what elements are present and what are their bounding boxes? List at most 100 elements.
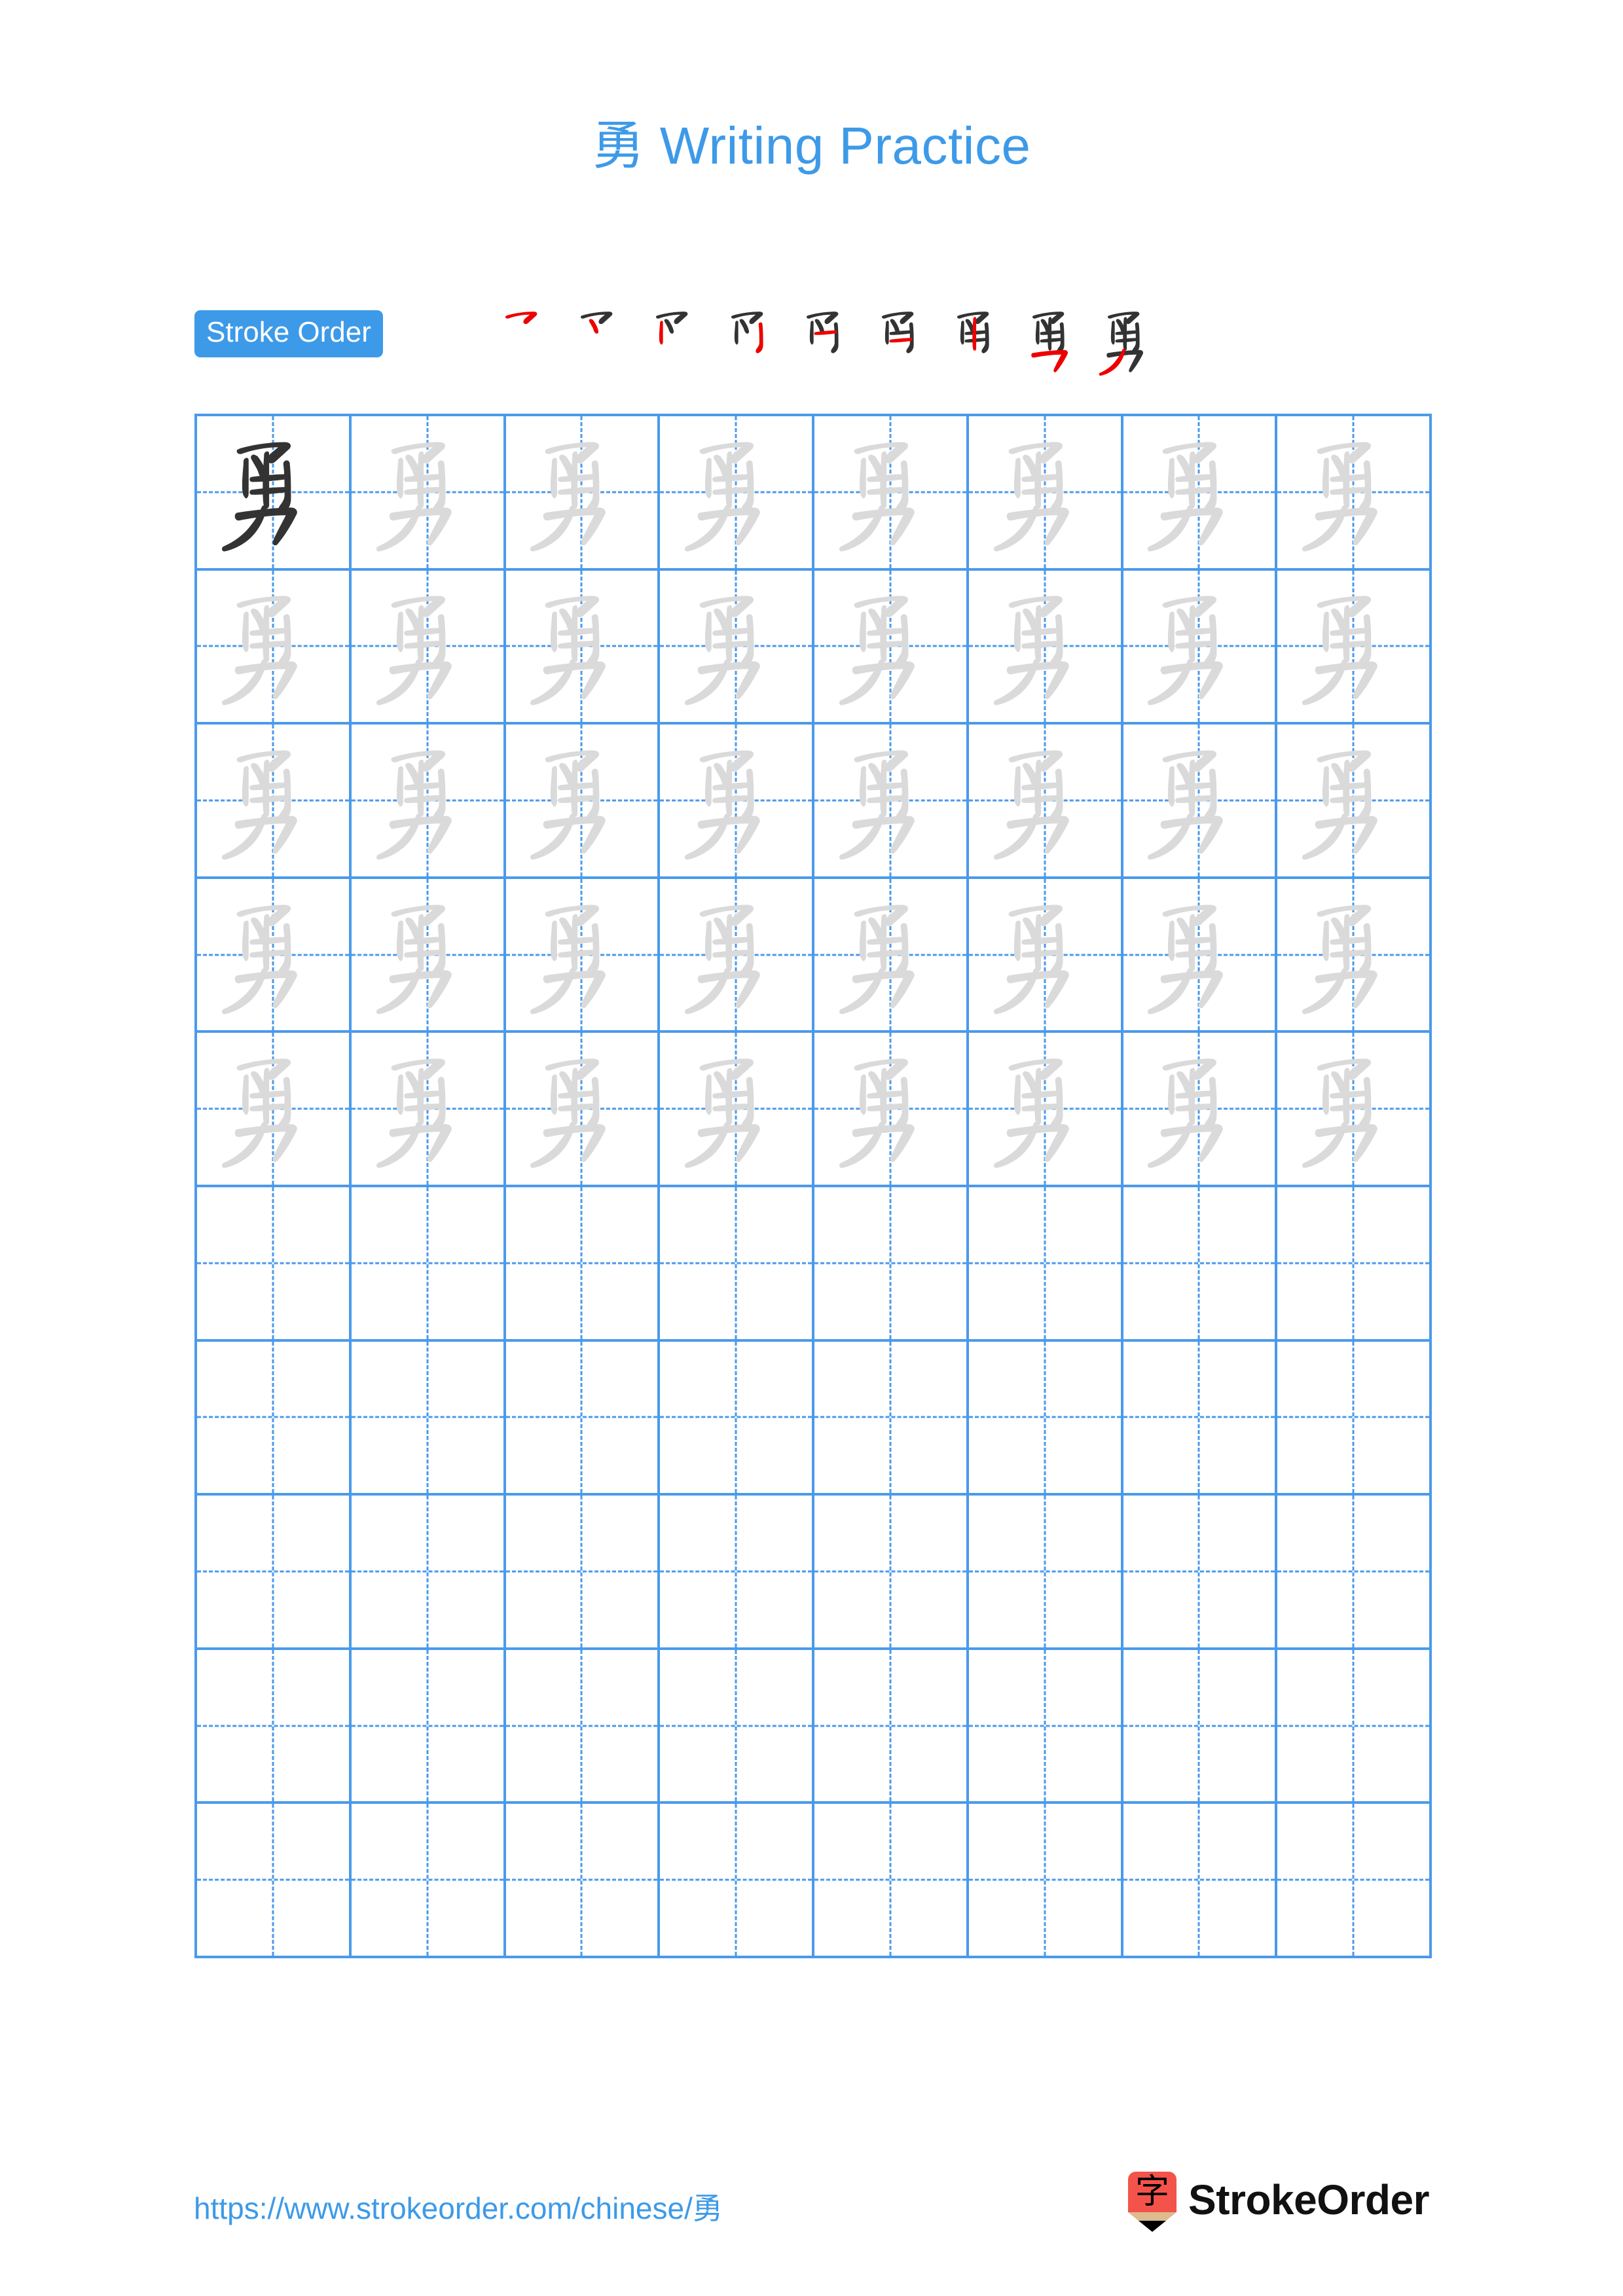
grid-cell-r6-c2[interactable] [351, 1187, 506, 1342]
grid-cell-r10-c2[interactable] [351, 1804, 506, 1958]
grid-cell-r4-c4[interactable] [660, 878, 814, 1033]
grid-cell-r4-c6[interactable] [968, 878, 1123, 1033]
grid-cell-r5-c4[interactable] [660, 1033, 814, 1187]
grid-cell-r4-c2[interactable] [351, 878, 506, 1033]
grid-cell-r9-c5[interactable] [814, 1649, 969, 1804]
grid-cell-r7-c8[interactable] [1277, 1341, 1432, 1496]
grid-cell-r7-c3[interactable] [505, 1341, 661, 1496]
grid-cell-r1-c6[interactable] [968, 416, 1123, 571]
trace-character [1277, 1033, 1429, 1185]
trace-character [814, 1033, 966, 1185]
grid-cell-r6-c8[interactable] [1277, 1187, 1432, 1342]
grid-cell-r4-c5[interactable] [814, 878, 969, 1033]
grid-cell-r6-c5[interactable] [814, 1187, 969, 1342]
grid-cell-r8-c8[interactable] [1277, 1496, 1432, 1650]
grid-cell-r7-c6[interactable] [968, 1341, 1123, 1496]
grid-cell-r6-c7[interactable] [1123, 1187, 1278, 1342]
grid-cell-r4-c8[interactable] [1277, 878, 1432, 1033]
grid-cell-r4-c1[interactable] [197, 878, 352, 1033]
trace-character [506, 571, 658, 723]
grid-cell-r10-c5[interactable] [814, 1804, 969, 1958]
grid-cell-r5-c7[interactable] [1123, 1033, 1278, 1187]
grid-cell-r10-c4[interactable] [660, 1804, 814, 1958]
grid-cell-r10-c3[interactable] [505, 1804, 661, 1958]
grid-cell-r1-c3[interactable] [505, 416, 661, 571]
grid-row [197, 1033, 1432, 1187]
grid-cell-r10-c7[interactable] [1123, 1804, 1278, 1958]
grid-cell-r6-c4[interactable] [660, 1187, 814, 1342]
grid-cell-r8-c1[interactable] [197, 1496, 352, 1650]
grid-cell-r9-c3[interactable] [505, 1649, 661, 1804]
page-title: 勇 Writing Practice [0, 103, 1623, 179]
grid-cell-r8-c7[interactable] [1123, 1496, 1278, 1650]
grid-cell-r8-c4[interactable] [660, 1496, 814, 1650]
grid-cell-r3-c8[interactable] [1277, 725, 1432, 879]
trace-character [352, 571, 503, 723]
grid-cell-r8-c2[interactable] [351, 1496, 506, 1650]
grid-cell-r3-c7[interactable] [1123, 725, 1278, 879]
grid-cell-r8-c5[interactable] [814, 1496, 969, 1650]
grid-cell-r1-c7[interactable] [1123, 416, 1278, 571]
grid-cell-r9-c4[interactable] [660, 1649, 814, 1804]
grid-cell-r6-c1[interactable] [197, 1187, 352, 1342]
grid-cell-r3-c6[interactable] [968, 725, 1123, 879]
svg-text:字: 字 [1135, 2172, 1169, 2212]
grid-cell-r3-c2[interactable] [351, 725, 506, 879]
grid-cell-r5-c2[interactable] [351, 1033, 506, 1187]
grid-cell-r1-c4[interactable] [660, 416, 814, 571]
grid-cell-r5-c6[interactable] [968, 1033, 1123, 1187]
grid-cell-r10-c1[interactable] [197, 1804, 352, 1958]
grid-cell-r5-c1[interactable] [197, 1033, 352, 1187]
stroke-step-5 [790, 302, 866, 380]
grid-cell-r2-c1[interactable] [197, 570, 352, 725]
grid-cell-r1-c2[interactable] [351, 416, 506, 571]
grid-cell-r5-c8[interactable] [1277, 1033, 1432, 1187]
grid-cell-r10-c8[interactable] [1277, 1804, 1432, 1958]
grid-cell-r8-c3[interactable] [505, 1496, 661, 1650]
grid-cell-r1-c8[interactable] [1277, 416, 1432, 571]
grid-cell-r1-c1[interactable] [197, 416, 352, 571]
grid-cell-r2-c6[interactable] [968, 570, 1123, 725]
grid-cell-r7-c5[interactable] [814, 1341, 969, 1496]
grid-cell-r9-c2[interactable] [351, 1649, 506, 1804]
grid-cell-r4-c3[interactable] [505, 878, 661, 1033]
grid-cell-r5-c5[interactable] [814, 1033, 969, 1187]
trace-character [814, 725, 966, 876]
grid-row [197, 725, 1432, 879]
grid-cell-r3-c5[interactable] [814, 725, 969, 879]
grid-cell-r7-c7[interactable] [1123, 1341, 1278, 1496]
grid-cell-r3-c3[interactable] [505, 725, 661, 879]
trace-character [197, 725, 349, 876]
grid-cell-r2-c4[interactable] [660, 570, 814, 725]
grid-cell-r2-c2[interactable] [351, 570, 506, 725]
grid-cell-r9-c6[interactable] [968, 1649, 1123, 1804]
grid-cell-r9-c8[interactable] [1277, 1649, 1432, 1804]
grid-cell-r6-c6[interactable] [968, 1187, 1123, 1342]
trace-character [352, 879, 503, 1031]
grid-cell-r2-c8[interactable] [1277, 570, 1432, 725]
grid-cell-r1-c5[interactable] [814, 416, 969, 571]
grid-row [197, 1496, 1432, 1650]
grid-cell-r7-c4[interactable] [660, 1341, 814, 1496]
grid-cell-r9-c7[interactable] [1123, 1649, 1278, 1804]
stroke-step-6 [866, 302, 941, 380]
grid-cell-r3-c1[interactable] [197, 725, 352, 879]
source-url-link[interactable]: https://www.strokeorder.com/chinese/勇 [194, 2185, 723, 2228]
grid-cell-r2-c5[interactable] [814, 570, 969, 725]
grid-cell-r2-c3[interactable] [505, 570, 661, 725]
grid-cell-r9-c1[interactable] [197, 1649, 352, 1804]
grid-cell-r4-c7[interactable] [1123, 878, 1278, 1033]
grid-cell-r5-c3[interactable] [505, 1033, 661, 1187]
trace-character [1123, 1033, 1275, 1185]
grid-cell-r7-c1[interactable] [197, 1341, 352, 1496]
grid-cell-r6-c3[interactable] [505, 1187, 661, 1342]
grid-cell-r7-c2[interactable] [351, 1341, 506, 1496]
grid-cell-r10-c6[interactable] [968, 1804, 1123, 1958]
grid-cell-r2-c7[interactable] [1123, 570, 1278, 725]
page-footer: https://www.strokeorder.com/chinese/勇 字 … [0, 2172, 1623, 2271]
trace-character [1277, 725, 1429, 876]
grid-cell-r3-c4[interactable] [660, 725, 814, 879]
stroke-step-7 [941, 302, 1016, 380]
grid-cell-r8-c6[interactable] [968, 1496, 1123, 1650]
title-text: Writing Practice [645, 117, 1031, 175]
